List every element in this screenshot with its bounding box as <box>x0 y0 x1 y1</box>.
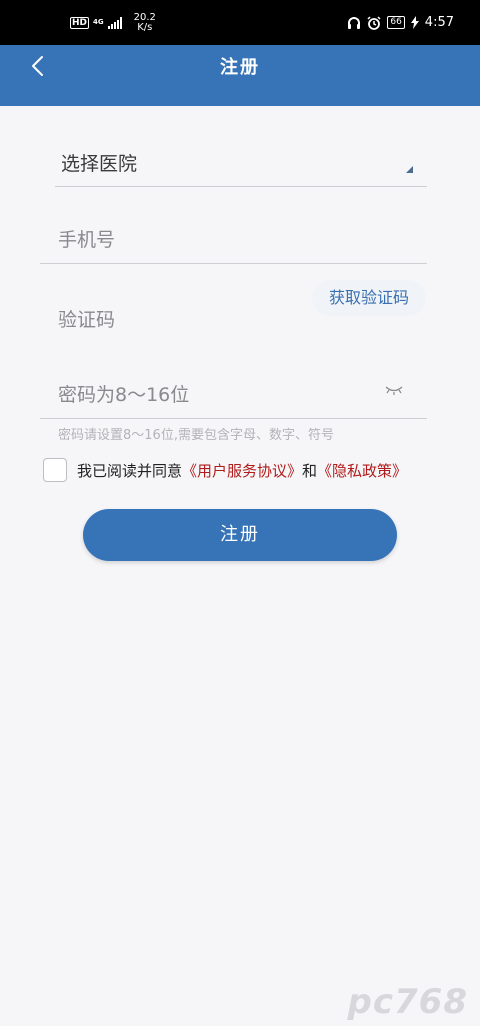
clock: 4:57 <box>424 15 454 30</box>
eye-closed-icon[interactable] <box>385 385 403 395</box>
phone-input[interactable]: 手机号 <box>40 210 427 264</box>
page-title: 注册 <box>220 57 260 78</box>
password-input[interactable]: 密码为8～16位 <box>40 360 427 419</box>
watermark-logo: pc768 <box>347 982 468 1022</box>
network-speed: 20.2 K/s <box>133 11 156 33</box>
privacy-policy-link[interactable]: 《隐私政策》 <box>317 462 407 480</box>
speed-unit: K/s <box>137 21 153 33</box>
alarm-icon <box>367 15 381 30</box>
phone-placeholder: 手机号 <box>58 229 116 251</box>
app-header: 注册 <box>0 45 480 106</box>
hospital-select[interactable]: 选择医院 <box>55 133 427 187</box>
agreement-text: 我已阅读并同意《用户服务协议》和《隐私政策》 <box>77 460 407 481</box>
hd-badge: HD <box>70 16 90 29</box>
password-placeholder: 密码为8～16位 <box>58 384 190 406</box>
code-placeholder: 验证码 <box>58 309 116 331</box>
charging-icon <box>410 16 419 29</box>
agreement-conjunction: 和 <box>302 461 318 480</box>
signal-icon <box>107 16 122 29</box>
status-left: HD 4G 20.2 K/s <box>70 0 156 45</box>
dropdown-triangle-icon <box>406 166 413 173</box>
speed-value: 20.2 <box>133 11 156 23</box>
network-type: 4G <box>93 18 104 26</box>
status-right: 66 4:57 <box>347 0 454 45</box>
headphones-icon <box>348 17 361 29</box>
user-agreement-link[interactable]: 《用户服务协议》 <box>182 462 302 480</box>
get-code-button[interactable]: 获取验证码 <box>312 280 426 316</box>
hospital-select-label: 选择医院 <box>61 153 138 175</box>
password-hint: 密码请设置8～16位,需要包含字母、数字、符号 <box>58 428 334 443</box>
agreement-row: 我已阅读并同意《用户服务协议》和《隐私政策》 <box>43 457 407 483</box>
register-button[interactable]: 注册 <box>83 509 397 561</box>
battery-level: 66 <box>387 16 405 29</box>
status-bar: HD 4G 20.2 K/s 66 4:57 <box>0 0 480 45</box>
agreement-prefix: 我已阅读并同意 <box>77 461 183 480</box>
agreement-checkbox[interactable] <box>43 458 67 482</box>
